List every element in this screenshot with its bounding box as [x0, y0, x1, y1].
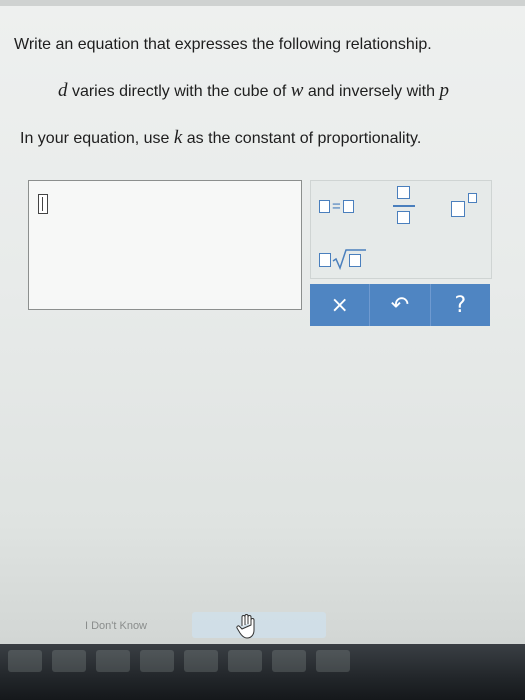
square-root-template-button[interactable] [319, 248, 369, 270]
fraction-template-button[interactable] [393, 186, 415, 226]
taskbar-item[interactable] [96, 650, 130, 672]
denominator-box-icon [397, 211, 410, 224]
instruction-text-1: In your equation, use [20, 130, 174, 147]
taskbar [0, 644, 525, 700]
instruction-text: In your equation, use k as the constant … [20, 127, 421, 149]
taskbar-item[interactable] [272, 650, 306, 672]
help-button[interactable]: ? [431, 284, 490, 326]
taskbar-item[interactable] [8, 650, 42, 672]
action-bar: × ↶ ? [310, 284, 490, 326]
question-title: Write an equation that expresses the fol… [14, 36, 432, 53]
variable-d: d [58, 80, 68, 101]
close-icon: × [330, 292, 349, 318]
relation-text-1: varies directly with the cube of [67, 83, 291, 100]
relation-text-2: and inversely with [303, 83, 440, 100]
left-box-icon [319, 200, 330, 213]
clear-button[interactable]: × [310, 284, 371, 326]
top-strip [0, 0, 525, 6]
fraction-bar-icon [393, 205, 415, 207]
taskbar-item[interactable] [184, 650, 218, 672]
exponent-template-button[interactable] [451, 193, 483, 219]
faded-footer-button[interactable] [192, 612, 326, 638]
instruction-text-2: as the constant of proportionality. [182, 130, 422, 147]
relationship-statement: d varies directly with the cube of w and… [58, 80, 449, 102]
taskbar-item[interactable] [52, 650, 86, 672]
equation-template-button[interactable]: = [319, 199, 354, 214]
undo-icon: ↶ [390, 292, 410, 318]
taskbar-item[interactable] [228, 650, 262, 672]
undo-button[interactable]: ↶ [370, 284, 431, 326]
hand-cursor-icon [236, 614, 255, 639]
radicand-box-icon [349, 254, 361, 267]
math-palette: = [310, 180, 492, 279]
taskbar-item[interactable] [140, 650, 174, 672]
dont-know-button[interactable]: I Don't Know [56, 614, 176, 636]
right-box-icon [342, 200, 354, 213]
answer-input[interactable] [28, 180, 302, 310]
equals-sign: = [332, 198, 341, 215]
variable-w: w [290, 80, 304, 101]
exponent-box-icon [468, 193, 477, 203]
variable-p: p [439, 80, 449, 101]
coefficient-box-icon [319, 253, 331, 267]
numerator-box-icon [397, 186, 410, 199]
input-cursor [38, 194, 48, 214]
question-mark-icon: ? [454, 292, 467, 318]
taskbar-item[interactable] [316, 650, 350, 672]
base-box-icon [451, 201, 465, 217]
